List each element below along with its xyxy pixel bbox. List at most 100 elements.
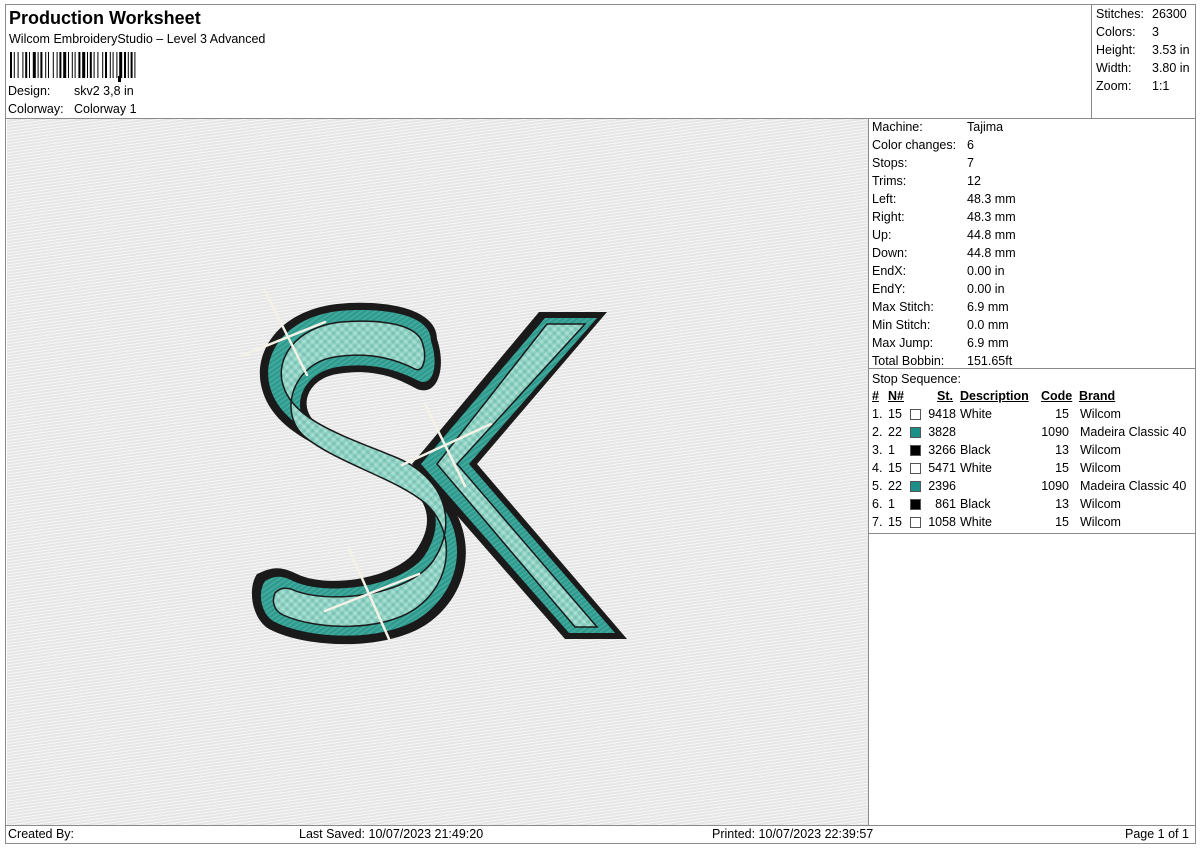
row-index: 4. [872, 461, 883, 475]
row-stitches: 861 [935, 497, 956, 511]
info-label: Left: [872, 192, 897, 206]
page-number: Page 1 of 1 [1125, 827, 1189, 841]
info-label: EndX: [872, 264, 907, 278]
row-brand: Wilcom [1080, 515, 1121, 529]
info-label: Machine: [872, 120, 923, 134]
zoom-value: 1:1 [1152, 79, 1170, 93]
info-value: 0.00 in [967, 264, 1005, 278]
row-needle: 1 [888, 443, 895, 457]
info-value: 44.8 mm [967, 228, 1016, 242]
row-needle: 15 [888, 407, 902, 421]
colors-value: 3 [1152, 25, 1159, 39]
stitches-value: 26300 [1152, 7, 1187, 21]
header-needle: N# [888, 389, 904, 403]
row-needle: 15 [888, 461, 902, 475]
colors-label: Colors: [1096, 25, 1136, 39]
row-description: Black [960, 443, 991, 457]
row-code: 13 [1055, 497, 1069, 511]
info-value: 6.9 mm [967, 336, 1009, 350]
design-label: Design: [8, 84, 51, 98]
machine-info-row: Color changes: 6 [872, 138, 974, 152]
info-value: 48.3 mm [967, 192, 1016, 206]
info-label: Trims: [872, 174, 907, 188]
info-divider [869, 368, 1196, 369]
row-needle: 22 [888, 425, 902, 439]
info-label: Up: [872, 228, 892, 242]
width-row: Width: 3.80 in [1096, 61, 1190, 75]
design-canvas [7, 119, 868, 825]
design-row: Design: skv2 3,8 in [8, 84, 134, 98]
machine-info-row: EndX: 0.00 in [872, 264, 1005, 278]
width-value: 3.80 in [1152, 61, 1190, 75]
zoom-row: Zoom: 1:1 [1096, 79, 1169, 93]
header-description: Description [960, 389, 1029, 403]
design-value: skv2 3,8 in [74, 84, 134, 98]
row-code: 15 [1055, 407, 1069, 421]
software-subtitle: Wilcom EmbroideryStudio – Level 3 Advanc… [9, 32, 266, 46]
row-stitches: 5471 [928, 461, 956, 475]
row-index: 7. [872, 515, 883, 529]
row-description: White [960, 461, 992, 475]
row-description: White [960, 407, 992, 421]
height-label: Height: [1096, 43, 1136, 57]
info-label: Down: [872, 246, 908, 260]
row-brand: Madeira Classic 40 [1080, 425, 1187, 439]
machine-info-row: Stops: 7 [872, 156, 974, 170]
row-index: 6. [872, 497, 883, 511]
info-value: 0.0 mm [967, 318, 1009, 332]
header-index: # [872, 389, 879, 403]
row-stitches: 2396 [928, 479, 956, 493]
info-label: Total Bobbin: [872, 354, 945, 368]
info-value: Tajima [967, 120, 1004, 134]
info-label: Max Jump: [872, 336, 934, 350]
info-value: 6 [967, 138, 974, 152]
header-stitches: St. [937, 389, 953, 403]
machine-info-row: Right: 48.3 mm [872, 210, 1016, 224]
info-value: 151.65ft [967, 354, 1013, 368]
info-value: 48.3 mm [967, 210, 1016, 224]
machine-info-row: Down: 44.8 mm [872, 246, 1016, 260]
row-code: 13 [1055, 443, 1069, 457]
info-value: 0.00 in [967, 282, 1005, 296]
info-value: 6.9 mm [967, 300, 1009, 314]
machine-info-row: Max Jump: 6.9 mm [872, 336, 1009, 350]
footer-divider [5, 825, 1196, 826]
info-label: Max Stitch: [872, 300, 934, 314]
last-saved: Last Saved: 10/07/2023 21:49:20 [299, 827, 484, 841]
machine-info-row: EndY: 0.00 in [872, 282, 1005, 296]
machine-info-row: Trims: 12 [872, 174, 981, 188]
machine-info-row: Total Bobbin: 151.65ft [872, 354, 1012, 368]
row-brand: Wilcom [1080, 497, 1121, 511]
row-code: 15 [1055, 515, 1069, 529]
row-stitches: 3266 [928, 443, 956, 457]
zoom-label: Zoom: [1096, 79, 1132, 93]
worksheet-header: Production Worksheet Wilcom EmbroiderySt… [5, 4, 1092, 119]
row-needle: 1 [888, 497, 895, 511]
colorway-value: Colorway 1 [74, 102, 137, 116]
color-swatch [910, 445, 921, 456]
row-stitches: 9418 [928, 407, 956, 421]
header-code: Code [1041, 389, 1073, 403]
info-label: EndY: [872, 282, 906, 296]
row-stitches: 1058 [928, 515, 956, 529]
info-value: 12 [967, 174, 981, 188]
color-swatch [910, 463, 921, 474]
row-index: 5. [872, 479, 883, 493]
row-description: White [960, 515, 992, 529]
width-label: Width: [1096, 61, 1132, 75]
design-summary: Stitches: 26300 Colors: 3 Height: 3.53 in W… [1091, 4, 1196, 119]
info-label: Color changes: [872, 138, 957, 152]
color-swatch [910, 481, 921, 492]
machine-info-row: Up: 44.8 mm [872, 228, 1016, 242]
colorway-row: Colorway: Colorway 1 [8, 102, 137, 116]
machine-info-row: Machine: Tajima [872, 120, 1003, 134]
row-index: 3. [872, 443, 883, 457]
machine-info-row: Max Stitch: 6.9 mm [872, 300, 1009, 314]
machine-info-row: Min Stitch: 0.0 mm [872, 318, 1009, 332]
stitches-label: Stitches: [1096, 7, 1144, 21]
height-row: Height: 3.53 in [1096, 43, 1190, 57]
page-title: Production Worksheet [9, 8, 201, 28]
colorway-label: Colorway: [8, 102, 64, 116]
info-value: 44.8 mm [967, 246, 1016, 260]
printed-date: Printed: 10/07/2023 22:39:57 [712, 827, 874, 841]
